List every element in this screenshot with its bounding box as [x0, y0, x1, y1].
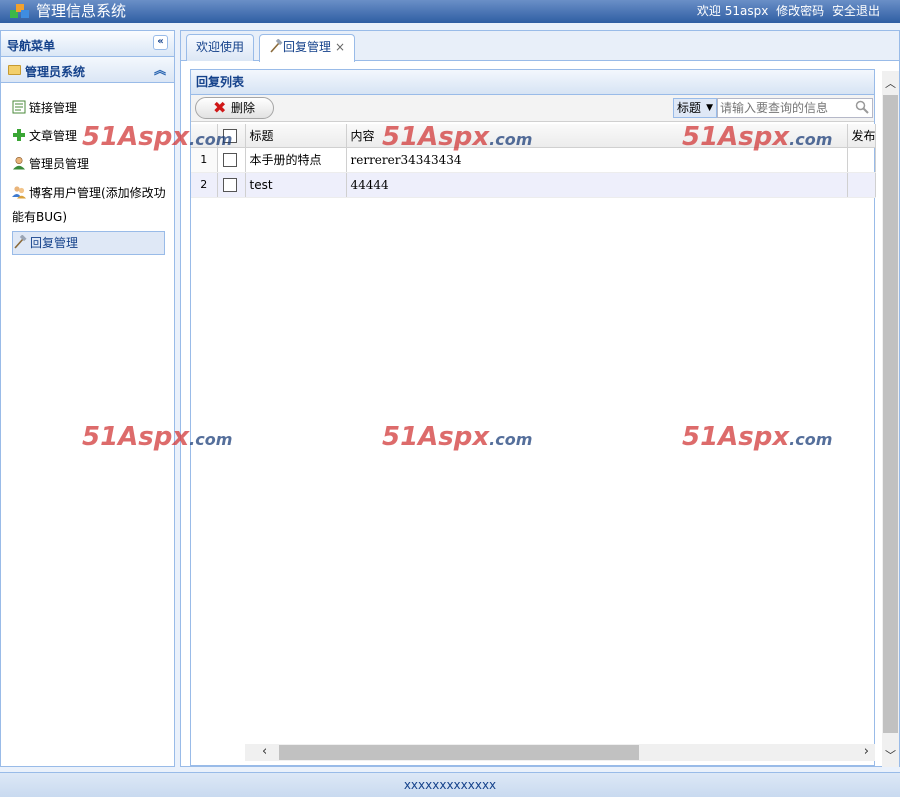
scroll-right-icon[interactable]: ›	[864, 744, 869, 760]
menu-group-header[interactable]: 管理员系统 ︽	[1, 57, 174, 83]
tab-replies[interactable]: 回复管理 ×	[259, 34, 356, 62]
tab-welcome[interactable]: 欢迎使用	[186, 34, 255, 61]
double-chevron-up-icon[interactable]: ︽	[154, 61, 166, 78]
row-checkbox[interactable]	[222, 177, 237, 192]
add-icon	[13, 129, 25, 141]
watermark-logo: 51Aspx.com	[682, 422, 833, 452]
grid-toolbar: ✖ 删除 标题 ▼	[191, 95, 874, 122]
sidebar-item-label: 管理员管理	[29, 157, 90, 171]
row-select-cell[interactable]	[217, 172, 246, 198]
document-icon	[12, 100, 26, 114]
logout-link[interactable]: 安全退出	[832, 4, 880, 18]
dropdown-arrow-icon: ▼	[706, 103, 713, 113]
watermark-logo: 51Aspx.com	[382, 422, 533, 452]
scrollbar-thumb[interactable]	[883, 95, 898, 733]
tab-label: 回复管理	[283, 40, 332, 54]
sidebar-item-label: 回复管理	[30, 236, 79, 250]
double-chevron-left-icon[interactable]: «	[153, 35, 168, 50]
vertical-scrollbar[interactable]: ︿ ﹀	[882, 71, 899, 767]
search-field-select[interactable]: 标题 ▼	[673, 98, 717, 118]
folder-icon	[8, 65, 21, 75]
watermark-logo: 51Aspx.com	[82, 122, 233, 152]
users-icon	[12, 186, 26, 199]
user-icon	[13, 156, 25, 170]
app-footer: xxxxxxxxxxxxx	[0, 772, 900, 797]
delete-button[interactable]: ✖ 删除	[195, 97, 274, 119]
hammer-icon	[270, 38, 283, 53]
reply-list-panel: 回复列表 ✖ 删除 标题 ▼ 请输入要查询的信息 标题 内容 发布 1 本手册的…	[190, 69, 876, 766]
horizontal-scrollbar[interactable]: ‹ ›	[245, 744, 875, 761]
table-row[interactable]: 2 test 44444	[191, 172, 876, 198]
watermark-logo: 51Aspx.com	[682, 122, 833, 152]
panel-title: 回复列表	[191, 70, 874, 95]
tab-label: 欢迎使用	[196, 40, 245, 54]
scroll-up-icon[interactable]: ︿	[885, 75, 896, 91]
column-header-published[interactable]: 发布	[847, 124, 876, 148]
cell-published	[847, 147, 876, 173]
scroll-down-icon[interactable]: ﹀	[885, 747, 896, 763]
hammer-icon	[14, 235, 27, 249]
welcome-text: 欢迎 51aspx	[696, 4, 769, 18]
cell-title: test	[245, 172, 347, 198]
header-user-area: 欢迎 51aspx 修改密码 安全退出	[693, 4, 880, 18]
footer-text: xxxxxxxxxxxxx	[403, 778, 497, 792]
sidebar-item-label: 链接管理	[29, 101, 78, 115]
sidebar-title: 导航菜单	[7, 39, 56, 53]
search-field-value: 标题	[677, 101, 702, 115]
app-header: 管理信息系统 欢迎 51aspx 修改密码 安全退出	[0, 0, 900, 23]
cell-title: 本手册的特点	[245, 147, 347, 173]
close-icon[interactable]: ×	[335, 40, 345, 54]
sidebar-header: 导航菜单 «	[1, 31, 174, 57]
watermark-logo: 51Aspx.com	[82, 422, 233, 452]
sidebar-item-label: 博客用户管理(添加修改功能有BUG)	[12, 186, 166, 224]
sidebar-item-links[interactable]: 链接管理	[12, 97, 165, 119]
delete-label: 删除	[231, 101, 256, 115]
search-icon[interactable]	[855, 100, 869, 114]
cell-published	[847, 172, 876, 198]
sidebar-item-label: 文章管理	[29, 129, 78, 143]
search-input[interactable]	[717, 98, 873, 118]
tab-bar: 欢迎使用 回复管理 ×	[181, 31, 899, 62]
column-header-title[interactable]: 标题	[245, 124, 347, 148]
sidebar-item-admins[interactable]: 管理员管理	[12, 153, 165, 175]
app-title: 管理信息系统	[36, 2, 127, 20]
sidebar-item-blog-users[interactable]: 博客用户管理(添加修改功能有BUG)	[12, 181, 172, 229]
scrollbar-thumb[interactable]	[279, 745, 639, 760]
row-number: 2	[191, 172, 218, 198]
menu-group-title: 管理员系统	[25, 65, 86, 79]
row-checkbox[interactable]	[222, 152, 237, 167]
app-logo-icon	[10, 4, 29, 18]
watermark-logo: 51Aspx.com	[382, 122, 533, 152]
sidebar-item-replies[interactable]: 回复管理	[12, 231, 165, 255]
delete-icon: ✖	[213, 98, 227, 117]
change-password-link[interactable]: 修改密码	[776, 4, 824, 18]
scroll-left-icon[interactable]: ‹	[262, 744, 267, 760]
cell-content: 44444	[346, 172, 848, 198]
